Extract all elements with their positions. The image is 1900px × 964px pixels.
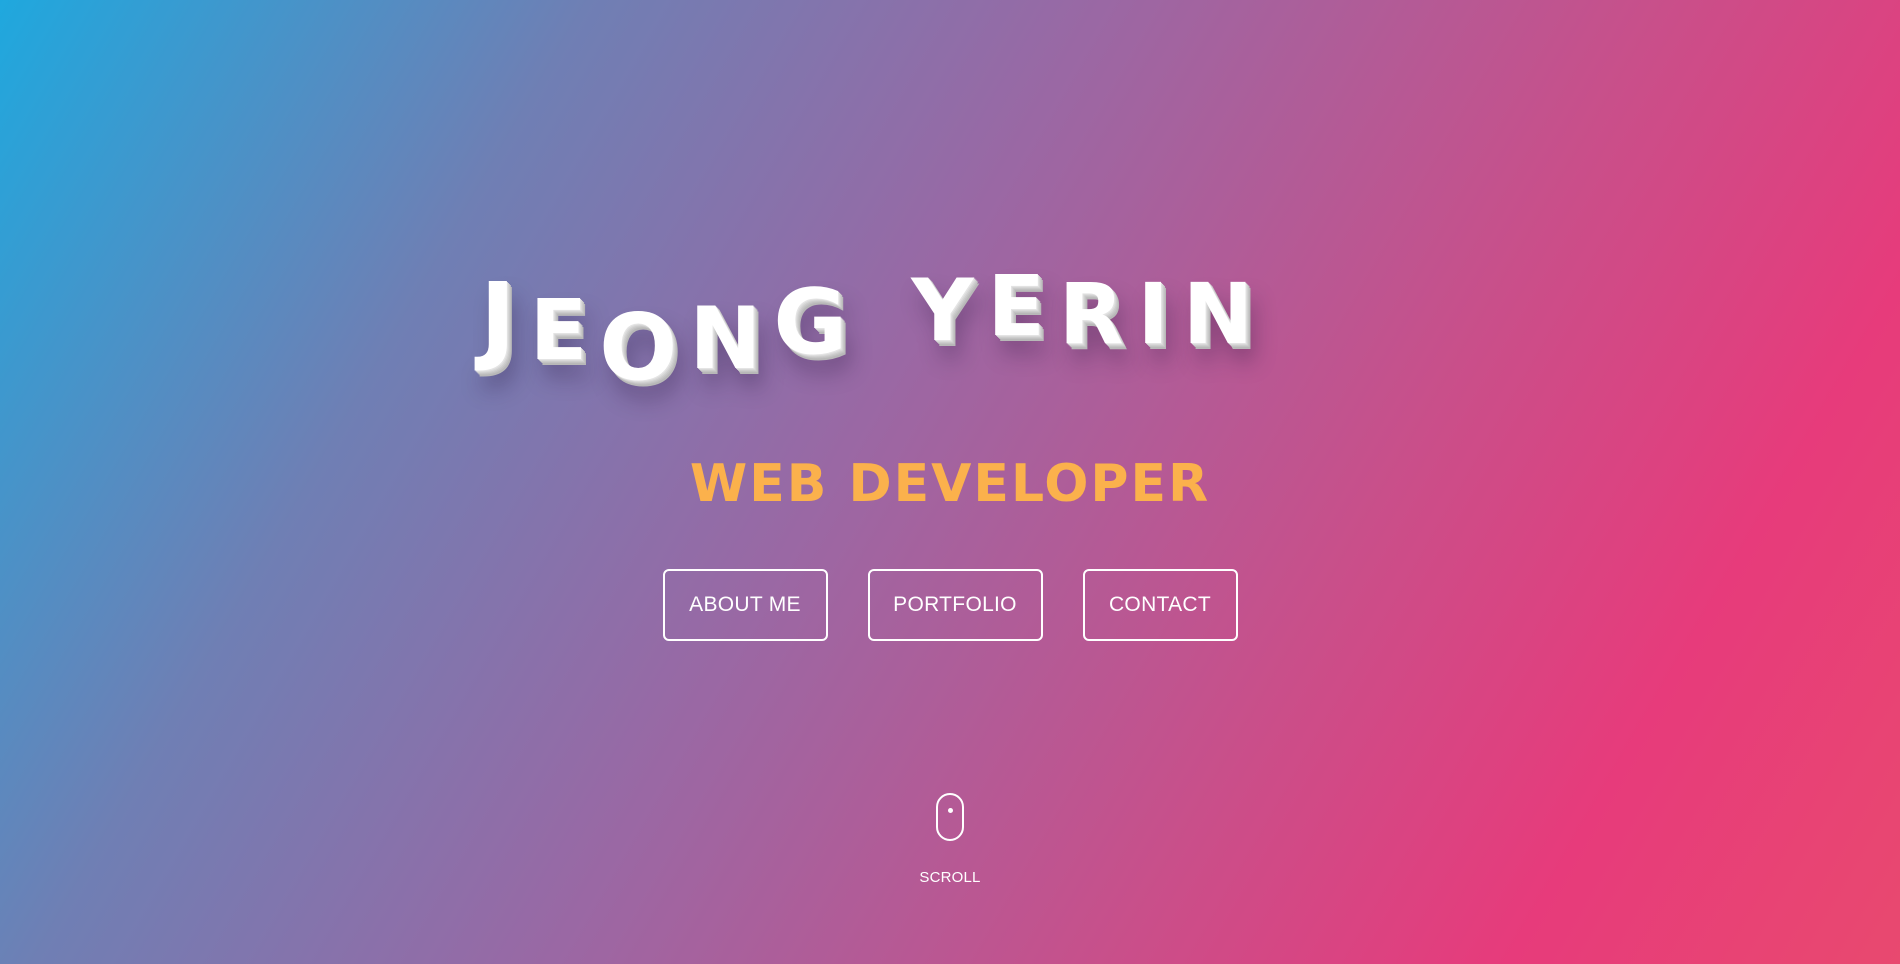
- portfolio-button[interactable]: PORTFOLIO: [867, 569, 1043, 641]
- contact-button[interactable]: CONTACT: [1082, 569, 1238, 641]
- name-letter: I: [1137, 265, 1169, 363]
- name-letter: Y: [911, 261, 974, 361]
- name-letter: J: [480, 262, 516, 374]
- name-letter: E: [529, 281, 588, 379]
- hero-subtitle: WEB DEVELOPER: [689, 454, 1211, 514]
- scroll-indicator[interactable]: SCROLL: [0, 793, 1900, 886]
- name-letter: G: [773, 270, 848, 375]
- hero-section: J E O N G Y E R I N WEB DEVELOPER ABOUT …: [0, 0, 1900, 964]
- mouse-icon: [936, 793, 964, 841]
- name-letter: R: [1058, 265, 1124, 363]
- name-letter: N: [689, 289, 762, 389]
- name-letter: O: [599, 294, 678, 401]
- name-letter: N: [1182, 265, 1254, 363]
- hero-name: J E O N G Y E R I N: [480, 250, 1420, 410]
- name-letter: E: [987, 257, 1045, 355]
- mouse-wheel-dot: [947, 808, 953, 813]
- hero-nav: ABOUT ME PORTFOLIO CONTACT: [0, 569, 1900, 641]
- about-me-button[interactable]: ABOUT ME: [662, 569, 828, 641]
- scroll-label: SCROLL: [919, 869, 981, 886]
